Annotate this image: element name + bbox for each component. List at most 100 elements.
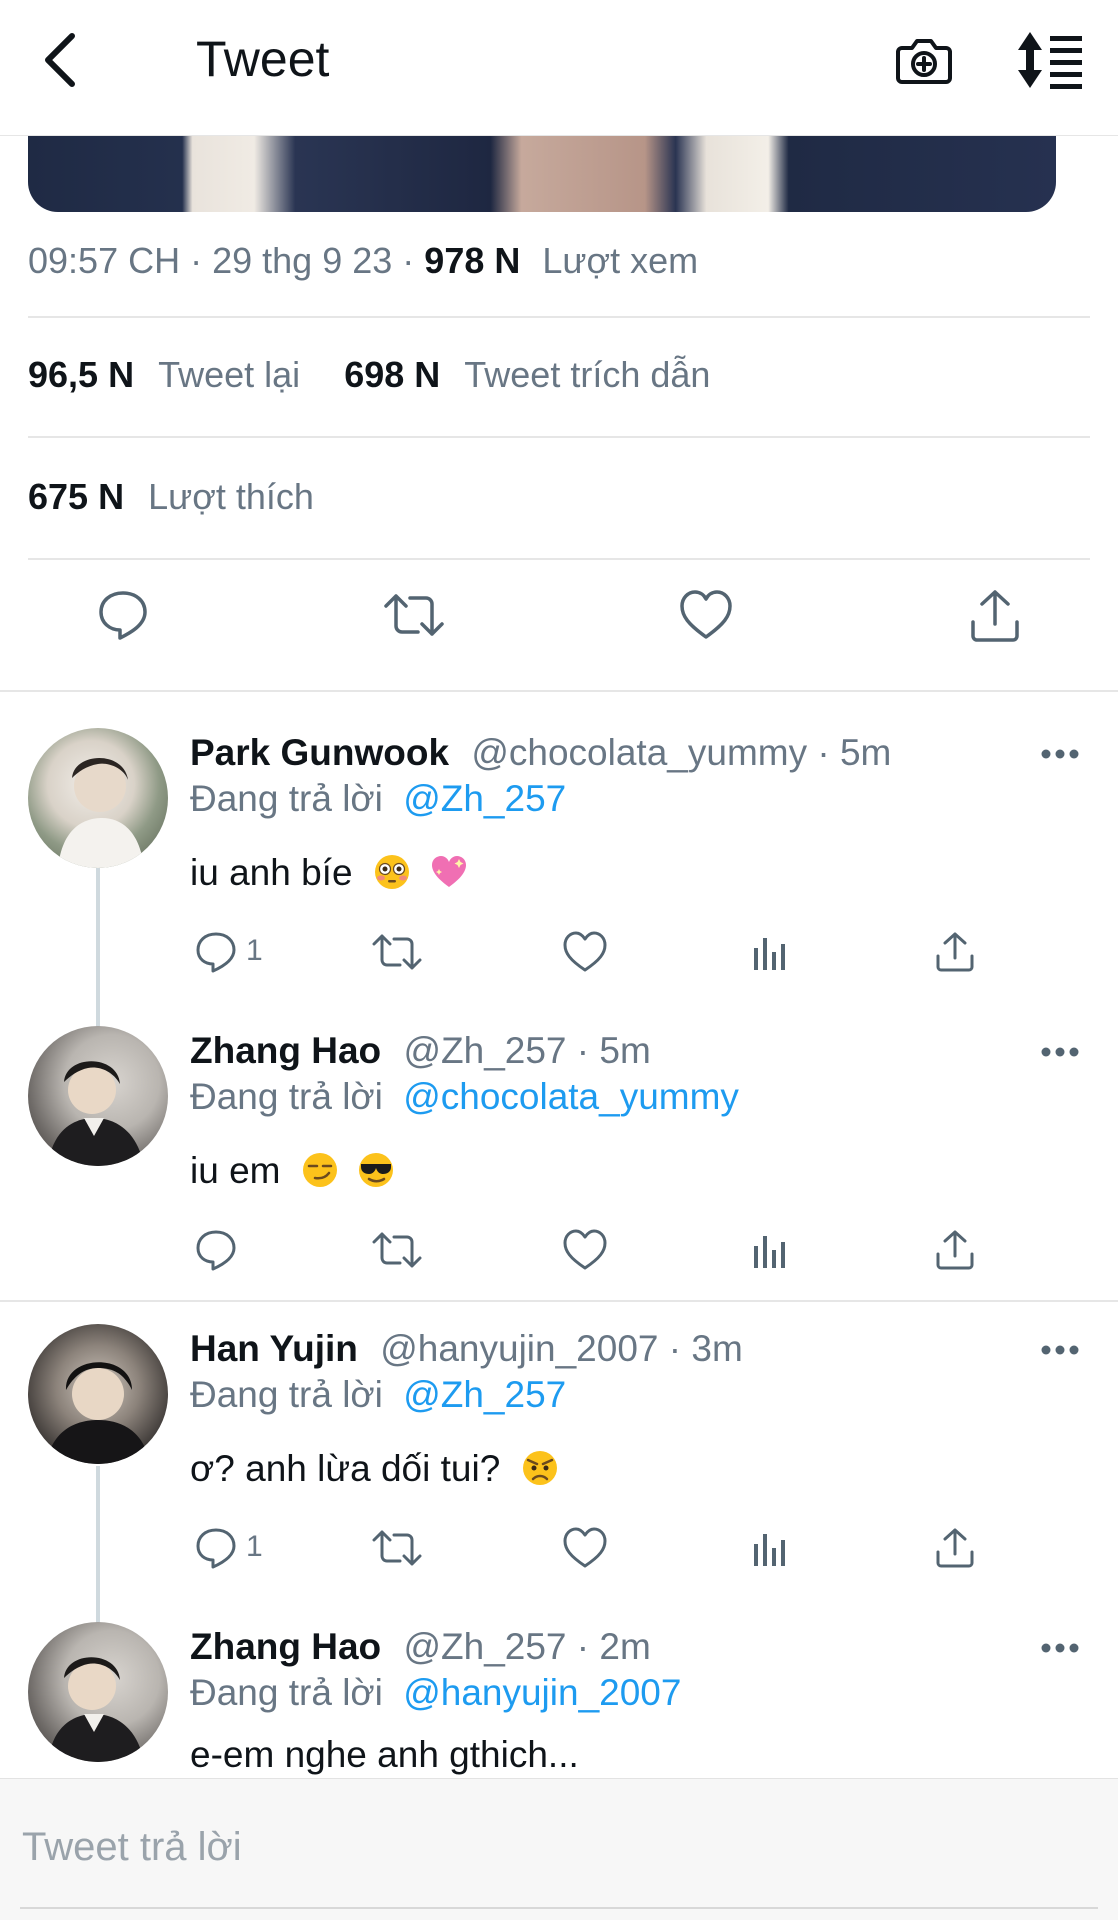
share-icon[interactable] — [968, 588, 1022, 644]
retweets-count: 96,5 N — [28, 354, 135, 395]
author-handle[interactable]: @Zh_257 — [403, 1626, 566, 1667]
more-options-icon[interactable] — [1040, 748, 1080, 760]
reply-icon[interactable] — [96, 588, 150, 642]
author-name[interactable]: Zhang Hao — [190, 1030, 381, 1071]
tweet-action-bar — [0, 588, 1118, 652]
reply-time: 2m — [599, 1626, 651, 1667]
analytics-icon[interactable] — [752, 1228, 788, 1272]
replying-to-handle[interactable]: @Zh_257 — [403, 1374, 566, 1415]
retweets-label: Tweet lại — [158, 354, 301, 395]
replying-prefix: Đang trả lời — [190, 1374, 383, 1415]
share-icon[interactable] — [934, 1526, 976, 1570]
replying-to-handle[interactable]: @hanyujin_2007 — [403, 1672, 681, 1713]
replying-prefix: Đang trả lời — [190, 1076, 383, 1117]
divider — [0, 1300, 1118, 1302]
reply-text-content: ơ? anh lừa dối tui? — [190, 1448, 501, 1489]
retweet-icon[interactable] — [372, 1228, 422, 1272]
avatar[interactable] — [28, 1324, 168, 1464]
reply-action-bar: 1 — [0, 930, 1118, 980]
reply-input[interactable]: Tweet trả lời — [22, 1825, 242, 1870]
top-bar: Tweet — [0, 0, 1118, 136]
reply-icon[interactable] — [194, 1228, 238, 1272]
avatar[interactable] — [28, 728, 168, 868]
reply-composer: Tweet trả lời — [0, 1778, 1118, 1920]
reply-header: Zhang Hao @Zh_257 · 5m — [190, 1030, 651, 1072]
angry-face-emoji — [522, 1451, 557, 1485]
avatar-image — [46, 1362, 150, 1464]
retweet-icon[interactable] — [372, 1526, 422, 1570]
dot-separator: · — [576, 1626, 600, 1667]
author-name[interactable]: Han Yujin — [190, 1328, 358, 1369]
author-name[interactable]: Park Gunwook — [190, 732, 449, 773]
reply-header: Zhang Hao @Zh_257 · 2m — [190, 1626, 651, 1668]
author-name[interactable]: Zhang Hao — [190, 1626, 381, 1667]
replying-prefix: Đang trả lời — [190, 1672, 383, 1713]
share-icon[interactable] — [934, 1228, 976, 1272]
analytics-icon[interactable] — [752, 930, 788, 974]
sparkling-heart-emoji — [432, 856, 467, 887]
page-title: Tweet — [196, 31, 330, 87]
flushed-face-emoji — [374, 855, 409, 889]
meta-separator: · — [190, 240, 213, 281]
avatar[interactable] — [28, 1026, 168, 1166]
avatar-image — [58, 758, 144, 868]
views-label: Lượt xem — [542, 240, 699, 281]
reply-text-content: iu em — [190, 1150, 281, 1191]
replying-to: Đang trả lời @hanyujin_2007 — [190, 1672, 681, 1714]
reply-text: ơ? anh lừa dối tui? — [190, 1448, 559, 1490]
avatar-image — [48, 1061, 144, 1166]
reply-action-bar — [0, 1228, 1118, 1278]
tweet-media-image[interactable] — [28, 136, 1056, 212]
share-icon[interactable] — [934, 930, 976, 974]
quotes-label: Tweet trích dẫn — [464, 354, 711, 395]
reply-text: iu em — [190, 1150, 395, 1192]
chevron-left-icon[interactable] — [38, 28, 82, 92]
replying-to-handle[interactable]: @Zh_257 — [403, 778, 566, 819]
sort-list-icon[interactable] — [1016, 30, 1086, 90]
like-icon[interactable] — [562, 1526, 608, 1570]
divider — [28, 558, 1090, 560]
quotes-count: 698 N — [344, 354, 441, 395]
replying-to-handle[interactable]: @chocolata_yummy — [403, 1076, 739, 1117]
dot-separator: · — [576, 1030, 600, 1071]
retweet-icon[interactable] — [372, 930, 422, 974]
reply-count: 1 — [246, 1530, 263, 1563]
avatar[interactable] — [28, 1622, 168, 1762]
reply-icon[interactable] — [194, 1526, 238, 1570]
reply-time: 3m — [691, 1328, 743, 1369]
divider — [0, 690, 1118, 692]
meta-separator: · — [402, 240, 425, 281]
more-options-icon[interactable] — [1040, 1344, 1080, 1356]
replying-to: Đang trả lời @chocolata_yummy — [190, 1076, 739, 1118]
retweet-icon[interactable] — [384, 588, 444, 642]
reply-action-bar: 1 — [0, 1526, 1118, 1576]
author-handle[interactable]: @hanyujin_2007 — [380, 1328, 658, 1369]
sunglasses-face-emoji — [359, 1153, 394, 1187]
reply-time: 5m — [839, 732, 892, 773]
camera-plus-icon[interactable] — [894, 30, 954, 90]
dot-separator: · — [668, 1328, 692, 1369]
reply-time: 5m — [599, 1030, 651, 1071]
tweet-meta: 09:57 CH · 29 thg 9 23 · 978 N Lượt xem — [28, 240, 698, 282]
divider — [28, 436, 1090, 438]
smirking-face-emoji — [302, 1153, 337, 1187]
more-options-icon[interactable] — [1040, 1046, 1080, 1058]
like-icon[interactable] — [562, 1228, 608, 1272]
reply-icon[interactable] — [194, 930, 238, 974]
retweet-stats[interactable]: 96,5 N Tweet lại 698 N Tweet trích dẫn — [28, 354, 710, 396]
reply-count: 1 — [246, 934, 263, 967]
likes-stats[interactable]: 675 N Lượt thích — [28, 476, 314, 518]
author-handle[interactable]: @Zh_257 — [403, 1030, 566, 1071]
reply-text: e-em nghe anh gthich... — [190, 1734, 579, 1776]
reply-text: iu anh bíe — [190, 852, 469, 894]
analytics-icon[interactable] — [752, 1526, 788, 1570]
like-icon[interactable] — [678, 588, 734, 642]
like-icon[interactable] — [562, 930, 608, 974]
reply-header: Han Yujin @hanyujin_2007 · 3m — [190, 1328, 743, 1370]
tweet-date: 29 thg 9 23 — [212, 240, 393, 281]
tweet-time: 09:57 CH — [28, 240, 181, 281]
composer-underline — [20, 1907, 1098, 1909]
reply-header: Park Gunwook @chocolata_yummy · 5m — [190, 732, 891, 774]
author-handle[interactable]: @chocolata_yummy — [471, 732, 807, 773]
more-options-icon[interactable] — [1040, 1642, 1080, 1654]
